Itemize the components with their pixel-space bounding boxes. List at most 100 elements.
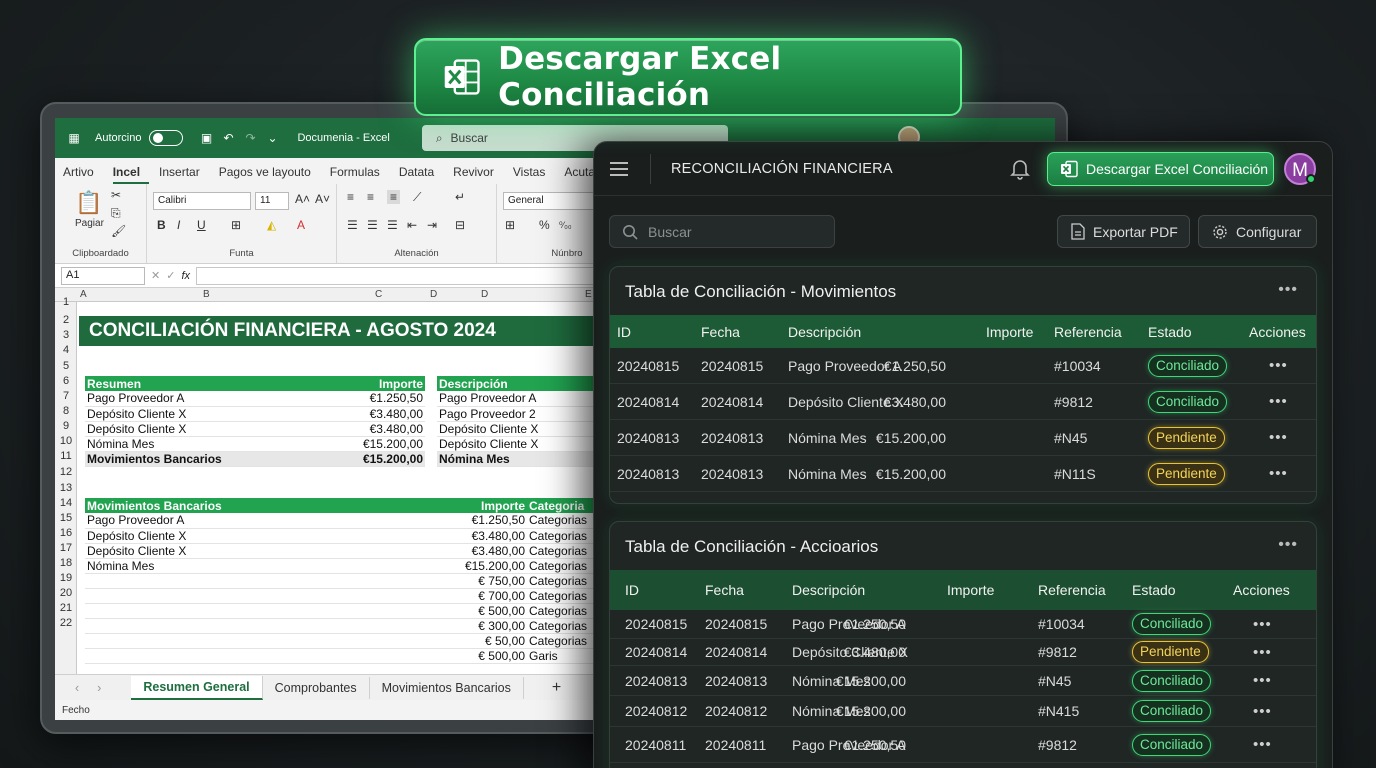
bank-cell[interactable]: €3.480,00 — [427, 528, 527, 544]
merge-icon[interactable]: ⊟ — [455, 218, 465, 232]
menu-tab[interactable]: Insertar — [159, 165, 209, 184]
table-row[interactable]: 20240813 20240813 Nómina Mes €15.200,00 #N45… — [610, 420, 1316, 456]
row-number[interactable]: 20 — [55, 587, 77, 599]
download-excel-hero-button[interactable]: Descargar Excel Conciliación — [414, 38, 962, 116]
row-actions-icon[interactable]: ••• — [1253, 616, 1272, 633]
table-row[interactable]: 20240814 20240814 Depósito Cliente X €3.480… — [610, 384, 1316, 420]
bank-cell[interactable]: Depósito Cliente X — [85, 528, 427, 544]
row-number[interactable]: 22 — [55, 617, 77, 629]
row-number[interactable]: 21 — [55, 602, 77, 614]
next-sheet-icon[interactable]: › — [89, 681, 131, 695]
bank-cell[interactable]: €15.200,00 — [427, 558, 527, 574]
bank-cell[interactable] — [85, 588, 427, 604]
redo-icon[interactable]: ↷ — [243, 131, 257, 145]
document-name[interactable]: Documenia - Excel — [297, 132, 389, 144]
menu-tab[interactable]: Revivor — [453, 165, 503, 184]
summary-cell[interactable]: Depósito Cliente X — [85, 406, 325, 422]
row-number[interactable]: 4 — [55, 344, 77, 356]
underline-icon[interactable]: U — [197, 218, 206, 232]
sheet-tab[interactable]: Comprobantes — [263, 676, 370, 699]
configure-button[interactable]: Configurar — [1198, 215, 1317, 248]
row-actions-icon[interactable]: ••• — [1269, 357, 1288, 374]
undo-icon[interactable]: ↶ — [221, 131, 235, 145]
description-cell[interactable]: Pago Proveedor A — [437, 391, 597, 407]
bank-cell[interactable] — [85, 618, 427, 634]
align-right-icon[interactable]: ☰ — [387, 218, 398, 232]
bank-cell[interactable]: € 700,00 — [427, 588, 527, 604]
summary-total-label[interactable]: Movimientos Bancarios — [85, 451, 325, 467]
bank-cell[interactable]: € 50,00 — [427, 633, 527, 649]
bank-cell[interactable]: €1.250,50 — [427, 513, 527, 529]
table-row[interactable]: 20240814 20240814 Depósito Cliente X €3.480… — [610, 639, 1316, 666]
description-cell[interactable]: Depósito Cliente X — [437, 436, 597, 452]
app-search-input[interactable]: Buscar — [609, 215, 835, 248]
percent-icon[interactable]: % — [539, 218, 550, 232]
user-avatar[interactable]: M — [1284, 153, 1316, 185]
font-color-icon[interactable]: A — [297, 218, 305, 232]
bank-cell[interactable] — [85, 573, 427, 589]
row-number[interactable]: 3 — [55, 329, 77, 341]
bank-cell[interactable]: Nómina Mes — [85, 558, 427, 574]
wrap-text-icon[interactable]: ↵ — [455, 190, 465, 204]
enter-icon[interactable]: ✓ — [166, 269, 175, 282]
column-header[interactable]: E — [585, 289, 592, 300]
menu-tab[interactable]: Vistas — [513, 165, 554, 184]
borders-icon[interactable]: ⊞ — [231, 218, 241, 232]
column-header[interactable]: C — [375, 289, 382, 300]
align-top-icon[interactable]: ≡ — [347, 190, 354, 204]
fill-color-icon[interactable]: ◭ — [267, 218, 276, 232]
paste-icon[interactable]: 📋 — [75, 190, 102, 216]
row-number[interactable]: 15 — [55, 512, 77, 524]
menu-tab[interactable]: Formulas — [330, 165, 389, 184]
column-header[interactable]: D — [481, 289, 488, 300]
prev-sheet-icon[interactable]: ‹ — [55, 681, 89, 695]
row-actions-icon[interactable]: ••• — [1269, 393, 1288, 410]
currency-icon[interactable]: ⊞ — [505, 218, 515, 232]
bold-icon[interactable]: B — [157, 218, 166, 232]
decrease-indent-icon[interactable]: ⇤ — [407, 218, 417, 232]
column-header[interactable]: A — [80, 289, 87, 300]
font-size-select[interactable]: 11 — [255, 192, 289, 210]
download-excel-button[interactable]: Descargar Excel Conciliación — [1047, 152, 1274, 186]
bank-cell[interactable] — [85, 648, 427, 664]
align-middle-icon[interactable]: ≡ — [367, 190, 374, 204]
sheet-tab[interactable]: Movimientos Bancarios — [370, 676, 524, 699]
row-actions-icon[interactable]: ••• — [1253, 736, 1272, 753]
table-row[interactable]: 20240811 20240811 Pago Proveedor A €1.250,5… — [610, 727, 1316, 763]
summary-total-value[interactable]: €15.200,00 — [325, 451, 425, 467]
bank-cell[interactable]: € 300,00 — [427, 618, 527, 634]
row-number[interactable]: 2 — [55, 314, 77, 326]
menu-tab[interactable]: Datata — [399, 165, 443, 184]
summary-cell[interactable]: Pago Proveedor A — [85, 391, 325, 407]
column-header[interactable]: D — [430, 289, 437, 300]
table-row[interactable]: 20240812 20240812 Nómina Mes €15.200,00 #N41… — [610, 696, 1316, 727]
description-cell[interactable]: Depósito Cliente X — [437, 421, 597, 437]
summary-cell[interactable]: €3.480,00 — [325, 406, 425, 422]
table-row[interactable]: 20240815 20240815 Pago Proveedor A €1.250,5… — [610, 610, 1316, 639]
row-number[interactable]: 8 — [55, 405, 77, 417]
summary-cell[interactable]: €3.480,00 — [325, 421, 425, 437]
bell-icon[interactable] — [1010, 158, 1030, 180]
menu-tab[interactable]: Artivo — [63, 165, 103, 184]
more-options-icon[interactable]: ••• — [1278, 536, 1298, 554]
row-actions-icon[interactable]: ••• — [1253, 644, 1272, 661]
row-number[interactable]: 9 — [55, 420, 77, 432]
function-icon[interactable]: fx — [181, 270, 190, 282]
row-number[interactable]: 13 — [55, 482, 77, 494]
align-center-icon[interactable]: ☰ — [367, 218, 378, 232]
row-actions-icon[interactable]: ••• — [1269, 465, 1288, 482]
row-number[interactable]: 19 — [55, 572, 77, 584]
menu-icon[interactable] — [610, 161, 628, 176]
increase-indent-icon[interactable]: ⇥ — [427, 218, 437, 232]
row-actions-icon[interactable]: ••• — [1269, 429, 1288, 446]
export-pdf-button[interactable]: Exportar PDF — [1057, 215, 1190, 248]
comma-style-icon[interactable]: ⁰⁄₀₀ — [559, 220, 572, 231]
row-number[interactable]: 11 — [55, 450, 77, 462]
bank-cell[interactable]: € 500,00 — [427, 603, 527, 619]
bank-cell[interactable]: € 750,00 — [427, 573, 527, 589]
summary-cell[interactable]: Nómina Mes — [85, 436, 325, 452]
increase-font-icon[interactable]: A˄ — [295, 192, 310, 206]
row-number[interactable]: 16 — [55, 527, 77, 539]
row-actions-icon[interactable]: ••• — [1253, 703, 1272, 720]
table-row[interactable]: 20240813 20240813 Nómina Mes €15.200,00 #N11… — [610, 456, 1316, 492]
